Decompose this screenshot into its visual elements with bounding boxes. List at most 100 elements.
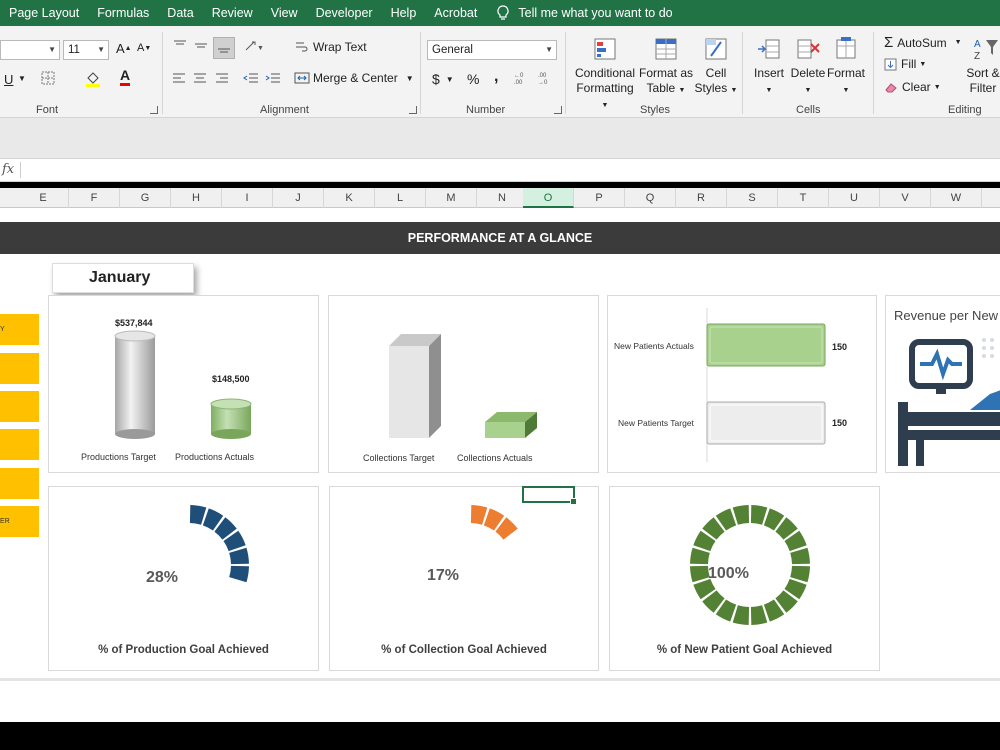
tab-formulas[interactable]: Formulas — [88, 6, 158, 20]
font-color-button[interactable]: A — [120, 68, 131, 86]
decrease-decimal-button[interactable]: .00 →0 — [538, 71, 556, 85]
nav-button-3[interactable] — [0, 391, 39, 422]
column-header-r[interactable]: R — [676, 188, 727, 208]
column-header-q[interactable]: Q — [625, 188, 676, 208]
new-patient-goal-card[interactable]: 100% % of New Patient Goal Achieved — [609, 486, 880, 671]
align-bottom-button[interactable] — [213, 37, 235, 59]
borders-button[interactable] — [40, 70, 56, 86]
column-header-f[interactable]: F — [69, 188, 120, 208]
format-as-table-button[interactable]: Format as Table ▼ — [639, 36, 693, 98]
align-middle-button[interactable] — [193, 39, 209, 53]
new-patients-chart-card[interactable]: New Patients Actuals New Patients Target… — [607, 295, 877, 473]
percent-button[interactable]: % — [467, 71, 479, 87]
new-patient-goal-percent: 100% — [708, 565, 749, 582]
fill-button[interactable]: Fill ▼ — [884, 57, 926, 71]
collections-chart-card[interactable]: Collections Target Collections Actuals — [328, 295, 599, 473]
function-icon[interactable]: fx — [2, 162, 14, 177]
format-button[interactable]: Format ▼ — [826, 36, 866, 98]
delete-button[interactable]: Delete ▼ — [790, 36, 826, 98]
production-goal-card[interactable]: 28% % of Production Goal Achieved — [48, 486, 319, 671]
column-header-w[interactable]: W — [931, 188, 982, 208]
dashboard-banner: PERFORMANCE AT A GLANCE — [0, 222, 1000, 254]
clear-button[interactable]: Clear ▼ — [884, 80, 941, 94]
increase-font-button[interactable]: A ▲ — [116, 41, 132, 56]
font-size-combo[interactable]: 11 ▼ — [63, 40, 109, 60]
nav-button-5[interactable] — [0, 468, 39, 499]
column-header-m[interactable]: M — [426, 188, 477, 208]
column-header-h[interactable]: H — [171, 188, 222, 208]
column-header-s[interactable]: S — [727, 188, 778, 208]
month-label[interactable]: January — [52, 263, 194, 293]
cell-styles-button[interactable]: Cell Styles ▼ — [694, 36, 738, 98]
column-header-u[interactable]: U — [829, 188, 880, 208]
nav-button-2[interactable] — [0, 353, 39, 384]
font-dialog-launcher[interactable] — [150, 106, 158, 114]
revenue-per-patient-card[interactable]: Revenue per New — [885, 295, 1000, 473]
chevron-down-icon: ▼ — [954, 39, 962, 46]
delete-label: Delete — [790, 66, 826, 80]
dashboard-bottom-border — [0, 678, 1000, 681]
number-format-combo[interactable]: General ▼ — [427, 40, 557, 60]
nav-button-6[interactable]: ER — [0, 506, 39, 537]
tell-me-search[interactable]: Tell me what you want to do — [496, 5, 673, 21]
screen-bottom — [0, 722, 1000, 750]
sort-filter-button[interactable]: AZ Sort & Filter — [966, 36, 1000, 96]
tab-data[interactable]: Data — [158, 6, 202, 20]
underline-button[interactable]: U — [4, 72, 13, 87]
production-chart-card[interactable]: $537,844 $148,500 Productions Target Pro… — [48, 295, 319, 473]
increase-decimal-icon: ←0.00 — [514, 73, 524, 85]
insert-button[interactable]: Insert ▼ — [748, 36, 790, 98]
increase-indent-button[interactable] — [265, 72, 281, 84]
align-top-button[interactable] — [172, 39, 188, 53]
wrap-text-button[interactable]: Wrap Text — [294, 40, 367, 54]
column-header-n[interactable]: N — [477, 188, 528, 208]
orientation-button[interactable]: ▼ — [243, 39, 265, 53]
formula-input[interactable] — [24, 161, 1000, 179]
decrease-indent-icon — [243, 73, 258, 83]
merge-center-button[interactable]: Merge & Center ▼ — [294, 71, 414, 85]
chevron-down-icon: ▼ — [765, 87, 773, 94]
column-header-o[interactable]: O — [523, 188, 574, 208]
column-header-t[interactable]: T — [778, 188, 829, 208]
orientation-icon: ▼ — [245, 41, 264, 52]
production-cylinder-chart — [114, 330, 252, 439]
tab-page-layout[interactable]: Page Layout — [0, 6, 88, 20]
tab-developer[interactable]: Developer — [307, 6, 382, 20]
decrease-indent-button[interactable] — [243, 72, 259, 84]
number-dialog-launcher[interactable] — [554, 106, 562, 114]
tab-review[interactable]: Review — [203, 6, 262, 20]
tab-acrobat[interactable]: Acrobat — [425, 6, 486, 20]
increase-decimal-button[interactable]: ←0.00 — [514, 71, 532, 85]
underline-icon: U — [4, 72, 14, 87]
conditional-formatting-button[interactable]: Conditional Formatting ▼ — [572, 36, 638, 113]
comma-button[interactable]: , — [494, 68, 498, 86]
fill-down-icon — [884, 58, 897, 70]
column-header-k[interactable]: K — [324, 188, 375, 208]
align-left-button[interactable] — [172, 72, 186, 84]
decrease-font-button[interactable]: A ▼ — [137, 42, 151, 54]
tab-view[interactable]: View — [262, 6, 307, 20]
font-name-combo[interactable]: ▼ — [0, 40, 60, 60]
nav-button-1[interactable]: Y — [0, 314, 39, 345]
column-header-p[interactable]: P — [574, 188, 625, 208]
tab-help[interactable]: Help — [382, 6, 426, 20]
nav-button-4[interactable] — [0, 429, 39, 460]
column-header-l[interactable]: L — [375, 188, 426, 208]
column-header-e[interactable]: E — [18, 188, 69, 208]
align-right-button[interactable] — [215, 72, 229, 84]
alignment-dialog-launcher[interactable] — [409, 106, 417, 114]
insert-label: Insert — [753, 66, 784, 80]
align-center-button[interactable] — [193, 72, 207, 84]
column-header-v[interactable]: V — [880, 188, 931, 208]
currency-button[interactable]: $ ▼ — [432, 71, 454, 87]
autosum-button[interactable]: Σ AutoSum ▼ — [884, 34, 962, 51]
column-header-g[interactable]: G — [120, 188, 171, 208]
conditional-formatting-label-2: Formatting — [576, 81, 634, 95]
fill-color-button[interactable] — [84, 70, 102, 88]
collection-goal-card[interactable]: 17% % of Collection Goal Achieved — [329, 486, 599, 671]
selected-cell[interactable] — [522, 486, 577, 505]
worksheet[interactable]: PERFORMANCE AT A GLANCE January Y ER $53… — [0, 208, 1000, 722]
column-header-j[interactable]: J — [273, 188, 324, 208]
column-header-i[interactable]: I — [222, 188, 273, 208]
chevron-down-icon[interactable]: ▼ — [18, 74, 26, 83]
